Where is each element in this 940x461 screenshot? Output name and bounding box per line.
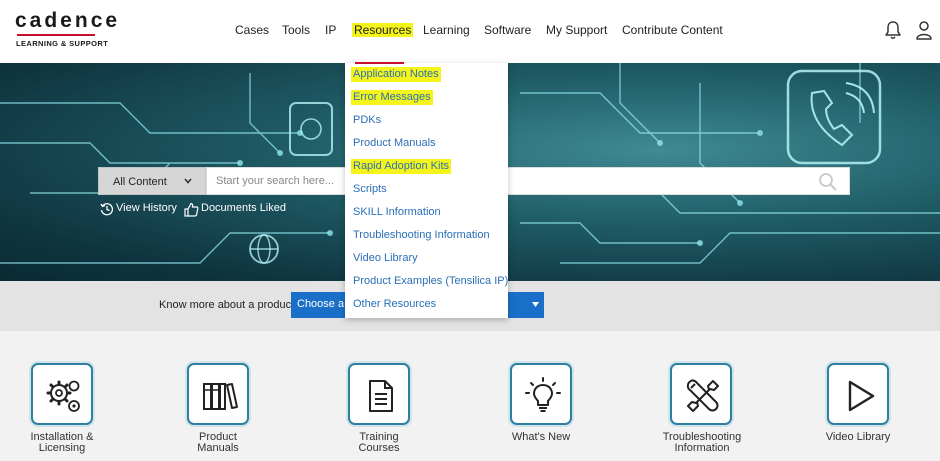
nav-cases[interactable]: Cases — [235, 23, 269, 37]
nav-ip[interactable]: IP — [325, 23, 336, 37]
tile-video-library-label: Video Library — [825, 431, 891, 443]
play-icon — [848, 380, 875, 412]
tile-whats-new-label: What's New — [511, 431, 571, 443]
caret-down-icon — [532, 302, 539, 307]
product-picker-label: Know more about a product: — [159, 299, 298, 311]
menu-item-video-library[interactable]: Video Library — [353, 252, 418, 264]
search-scope-value: All Content — [113, 176, 167, 188]
logo-underline — [17, 34, 95, 36]
view-history-link[interactable]: View History — [100, 202, 177, 216]
tile-troubleshooting-information[interactable] — [670, 363, 732, 425]
chevron-down-icon — [184, 178, 192, 184]
view-history-label: View History — [116, 202, 177, 214]
nav-learning[interactable]: Learning — [423, 23, 470, 37]
user-icon[interactable] — [915, 20, 933, 40]
menu-item-product-manuals[interactable]: Product Manuals — [353, 137, 436, 149]
lightbulb-icon — [525, 377, 561, 412]
documents-liked-label: Documents Liked — [201, 202, 286, 214]
menu-item-application-notes[interactable]: Application Notes — [351, 67, 441, 82]
documents-liked-link[interactable]: Documents Liked — [184, 202, 286, 217]
tile-video-library[interactable] — [827, 363, 889, 425]
tile-installation-licensing-label: Installation & Licensing — [30, 431, 94, 454]
history-icon — [100, 203, 114, 216]
cadence-logo[interactable]: cadence LEARNING & SUPPORT — [15, 10, 117, 49]
gears-icon — [46, 380, 80, 412]
menu-item-scripts[interactable]: Scripts — [353, 183, 387, 195]
tile-training-courses-label: Training Courses — [358, 431, 400, 454]
quick-access-tiles — [0, 331, 940, 461]
menu-item-rapid-adoption-kits[interactable]: Rapid Adoption Kits — [351, 159, 452, 174]
dropdown-top-accent — [355, 62, 404, 64]
nav-my-support[interactable]: My Support — [546, 23, 607, 37]
tools-icon — [686, 379, 719, 412]
menu-item-other-resources[interactable]: Other Resources — [353, 298, 436, 310]
bell-icon[interactable] — [884, 20, 902, 40]
logo-wordmark: cadence — [15, 9, 121, 32]
search-icon[interactable] — [818, 172, 838, 192]
tile-product-manuals-label: Product Manuals — [197, 431, 239, 454]
document-icon — [369, 380, 393, 412]
tile-whats-new[interactable] — [510, 363, 572, 425]
books-icon — [203, 383, 238, 410]
menu-item-product-examples-tensilica[interactable]: Product Examples (Tensilica IP) — [353, 275, 508, 287]
menu-item-error-messages[interactable]: Error Messages — [351, 90, 433, 105]
menu-item-troubleshooting-information[interactable]: Troubleshooting Information — [353, 229, 490, 241]
logo-subtitle: LEARNING & SUPPORT — [16, 39, 109, 48]
tile-product-manuals[interactable] — [187, 363, 249, 425]
menu-item-skill-information[interactable]: SKILL Information — [353, 206, 441, 218]
thumbs-up-icon — [184, 202, 199, 217]
site-header: cadence LEARNING & SUPPORT Cases Tools I… — [0, 0, 940, 63]
nav-software[interactable]: Software — [484, 23, 531, 37]
nav-resources[interactable]: Resources — [352, 23, 414, 37]
menu-item-pdks[interactable]: PDKs — [353, 114, 381, 126]
tile-troubleshooting-information-label: Troubleshooting Information — [662, 431, 742, 454]
tile-training-courses[interactable] — [348, 363, 410, 425]
search-input[interactable] — [206, 167, 850, 195]
nav-contribute-content[interactable]: Contribute Content — [622, 23, 723, 37]
tile-installation-licensing[interactable] — [31, 363, 93, 425]
nav-tools[interactable]: Tools — [282, 23, 310, 37]
